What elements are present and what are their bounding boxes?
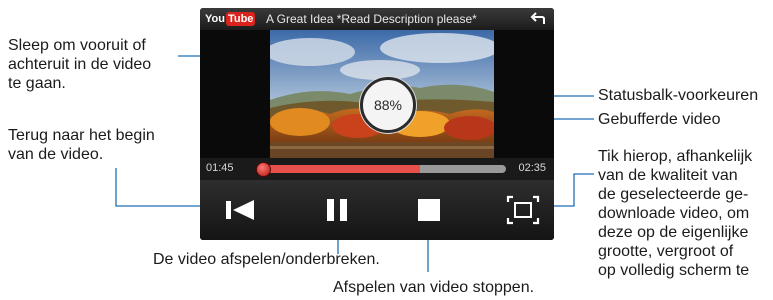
play-pause-callout: De video afspelen/onderbreken. (153, 251, 380, 268)
video-area[interactable]: 88% (200, 30, 554, 158)
diagram-page: You Tube A Great Idea *Read Description … (0, 0, 773, 300)
skip-to-start-icon[interactable] (223, 195, 257, 225)
seek-thumb[interactable] (256, 162, 271, 177)
time-total: 02:35 (518, 162, 546, 174)
control-bar (200, 180, 554, 240)
back-arrow-icon[interactable] (530, 12, 546, 26)
title-bar: You Tube A Great Idea *Read Description … (200, 8, 554, 30)
fullscreen-callout: Tik hierop, afhankelijk van de kwaliteit… (598, 148, 753, 279)
progress-row: 01:45 02:35 (200, 158, 554, 180)
fullscreen-icon[interactable] (506, 195, 540, 225)
youtube-player: You Tube A Great Idea *Read Description … (200, 8, 554, 240)
restart-callout: Terug naar het begin van de video. (8, 127, 155, 163)
youtube-logo: You Tube (205, 11, 256, 27)
buffer-percentage-indicator: 88% (360, 77, 416, 133)
seek-callout: Sleep om vooruit of achteruit in de vide… (8, 37, 152, 92)
stop-icon[interactable] (412, 195, 446, 225)
played-bar (260, 165, 420, 173)
logo-tube-text: Tube (225, 12, 256, 26)
video-title: A Great Idea *Read Description please* (266, 12, 477, 26)
pause-icon[interactable] (320, 195, 354, 225)
logo-you-text: You (205, 13, 225, 25)
status-bar-callout: Statusbalk-voorkeuren (598, 87, 759, 104)
seek-bar[interactable] (260, 165, 506, 173)
time-elapsed: 01:45 (206, 162, 234, 174)
stop-callout: Afspelen van video stoppen. (333, 279, 535, 296)
buffered-callout: Gebufferde video (598, 111, 721, 128)
